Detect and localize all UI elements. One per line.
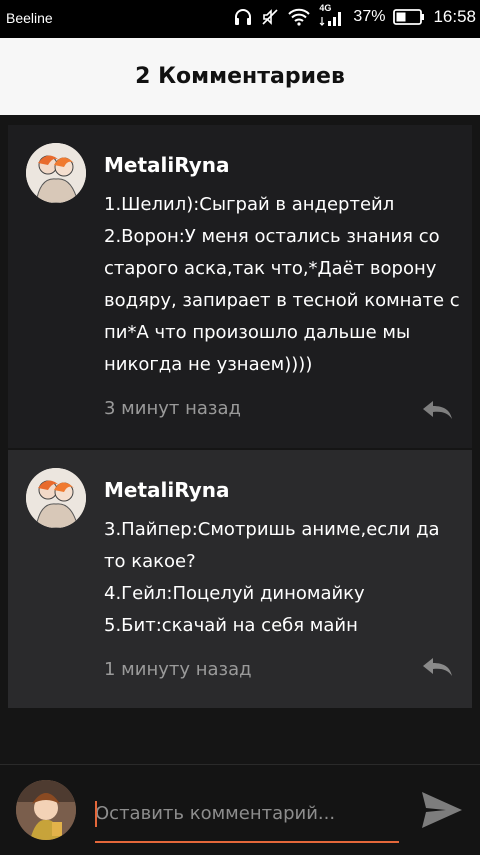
signal-icon: 4G: [319, 3, 345, 27]
reply-icon[interactable]: [420, 656, 454, 682]
status-bar: Beeline 4G 37% 16:58: [0, 0, 480, 38]
clock: 16:58: [433, 7, 476, 26]
reply-icon[interactable]: [420, 399, 454, 425]
comment-line: 2.Ворон:У меня остались знания со старог…: [104, 226, 460, 375]
carrier-name: Beeline: [6, 10, 53, 26]
comment-input[interactable]: [95, 793, 399, 833]
status-icons: 4G 37% 16:58: [233, 3, 476, 27]
comment-author[interactable]: MetaliRyna: [104, 153, 230, 177]
comment-line: 4.Гейл:Поцелуй диномайку: [104, 583, 365, 604]
comment-timestamp: 3 минут назад: [104, 398, 241, 419]
comment-line: 3.Пайпер:Смотришь аниме,если да то какое…: [104, 519, 440, 572]
comment-item: MetaliRyna 1.Шелил):Сыграй в андертейл 2…: [8, 125, 472, 448]
text-cursor: [95, 801, 97, 827]
comment-text: 1.Шелил):Сыграй в андертейл 2.Ворон:У ме…: [104, 189, 466, 381]
header: 2 Комментариев: [0, 38, 480, 115]
comment-line: 5.Бит:скачай на себя майн: [104, 615, 358, 636]
comment-item: MetaliRyna 3.Пайпер:Смотришь аниме,если …: [8, 450, 472, 708]
avatar[interactable]: [26, 143, 86, 203]
send-icon[interactable]: [420, 790, 464, 834]
comment-input-wrap: [95, 793, 399, 843]
comment-text: 3.Пайпер:Смотришь аниме,если да то какое…: [104, 514, 466, 642]
page-title: 2 Комментариев: [135, 64, 345, 89]
comment-author[interactable]: MetaliRyna: [104, 478, 230, 502]
battery-percent: 37%: [353, 8, 386, 25]
mute-icon: [261, 8, 279, 26]
avatar[interactable]: [26, 468, 86, 528]
comment-timestamp: 1 минуту назад: [104, 659, 252, 680]
wifi-icon: [287, 8, 311, 26]
comment-line: 1.Шелил):Сыграй в андертейл: [104, 194, 395, 215]
comment-composer: [0, 764, 480, 855]
battery-icon: [393, 8, 425, 26]
user-avatar: [16, 780, 76, 840]
headphones-icon: [233, 8, 253, 26]
